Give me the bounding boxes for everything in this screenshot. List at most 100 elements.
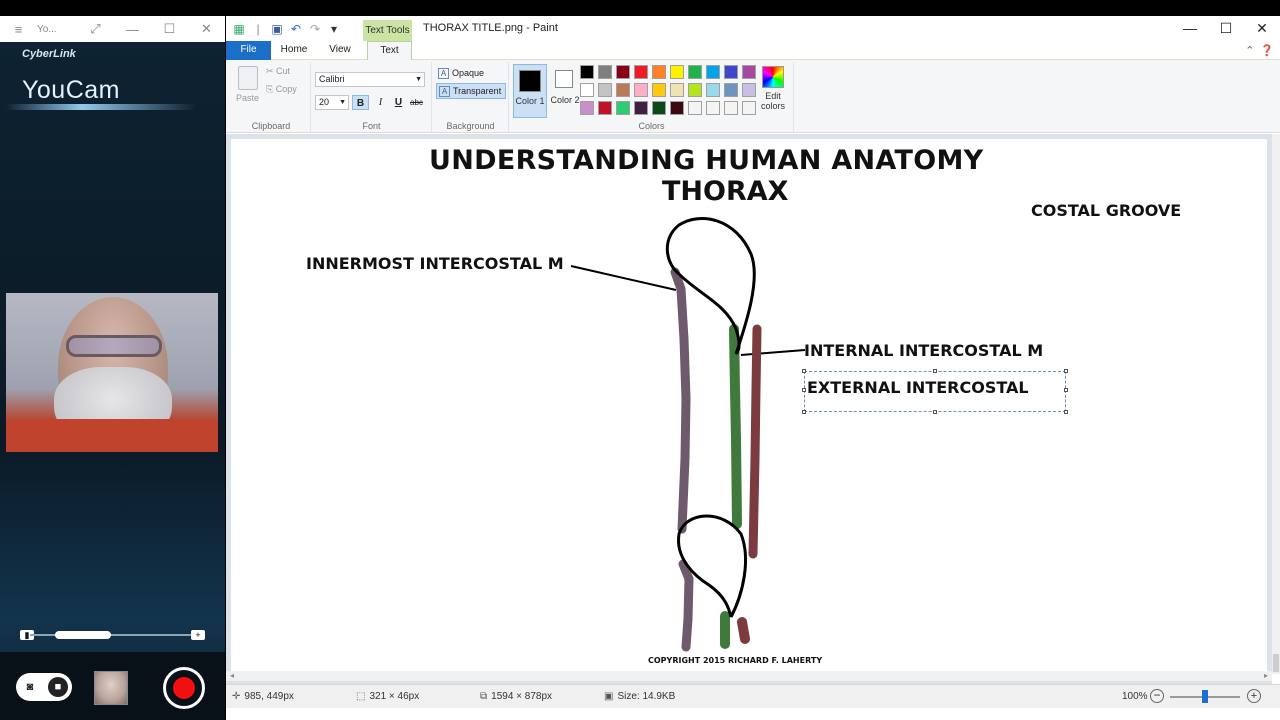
window-controls: — ☐ ✕ — [1172, 16, 1280, 41]
tab-file[interactable]: File — [226, 41, 271, 60]
palette-swatch[interactable] — [670, 101, 684, 115]
help-icon[interactable]: ❓ — [1260, 44, 1274, 57]
resize-handle[interactable] — [802, 410, 806, 414]
palette-swatch[interactable] — [616, 101, 630, 115]
zoom-out-button[interactable]: − — [1150, 689, 1164, 703]
zoom-slider-thumb[interactable] — [1202, 690, 1208, 703]
capture-thumbnail[interactable] — [94, 671, 128, 705]
hamburger-menu-icon[interactable]: ≡ — [0, 22, 37, 37]
copy-button[interactable]: ⎘ Copy — [266, 84, 297, 95]
color1-label: Color 1 — [515, 96, 545, 106]
redo-icon[interactable]: ↷ — [308, 22, 322, 36]
palette-swatch[interactable] — [706, 101, 720, 115]
drawing-canvas[interactable]: UNDERSTANDING HUMAN ANATOMY THORAX COSTA… — [231, 139, 1267, 679]
palette-swatch[interactable] — [742, 101, 756, 115]
resize-handle[interactable] — [1064, 369, 1068, 373]
resize-handle[interactable] — [1064, 410, 1068, 414]
horizontal-scrollbar[interactable]: ◂ ▸ — [226, 671, 1272, 681]
font-size-select[interactable]: 20 ▼ — [315, 95, 349, 110]
zoom-in-button[interactable]: + — [1247, 689, 1261, 703]
palette-swatch[interactable] — [724, 65, 738, 79]
slider-thumb[interactable] — [55, 631, 111, 639]
video-camera-icon[interactable]: ■ — [48, 677, 68, 697]
palette-swatch[interactable] — [652, 83, 666, 97]
underline-button[interactable]: U — [390, 95, 407, 110]
collapse-ribbon-icon[interactable]: ⌃ — [1245, 44, 1254, 57]
palette-swatch[interactable] — [688, 101, 702, 115]
paint-titlebar: ▦ | ▣ ↶ ↷ ▾ Text Tools THORAX TITLE.png … — [226, 16, 1280, 41]
paste-button[interactable]: Paste — [236, 93, 259, 103]
palette-swatch[interactable] — [670, 65, 684, 79]
palette-swatch[interactable] — [652, 65, 666, 79]
palette-swatch[interactable] — [742, 65, 756, 79]
palette-swatch[interactable] — [634, 83, 648, 97]
resize-handle[interactable] — [1064, 388, 1068, 392]
vertical-scroll-thumb[interactable] — [1273, 654, 1279, 672]
color2-button[interactable]: Color 2 — [550, 64, 580, 118]
anatomy-sketch — [570, 217, 806, 652]
image-size: ⧉ 1594 × 878px — [480, 691, 552, 702]
palette-swatch[interactable] — [598, 83, 612, 97]
cursor-position: ✛ 985, 449px — [232, 691, 294, 702]
palette-swatch[interactable] — [616, 65, 630, 79]
palette-swatch[interactable] — [580, 83, 594, 97]
ribbon: Paste ✂ Cut ⎘ Copy Clipboard Calibri ▼ 20… — [226, 60, 1280, 133]
palette-swatch[interactable] — [598, 65, 612, 79]
record-button[interactable] — [163, 667, 205, 709]
paste-icon[interactable] — [238, 66, 258, 90]
paint-app-icon[interactable]: ▦ — [232, 22, 246, 36]
presenter-shirt — [6, 419, 218, 452]
scroll-left-icon[interactable]: ◂ — [230, 671, 234, 680]
vertical-scrollbar[interactable] — [1272, 134, 1280, 674]
resize-handle[interactable] — [802, 388, 806, 392]
palette-swatch[interactable] — [706, 65, 720, 79]
palette-swatch[interactable] — [742, 83, 756, 97]
palette-swatch[interactable] — [670, 83, 684, 97]
palette-swatch[interactable] — [634, 65, 648, 79]
resize-handle[interactable] — [933, 410, 937, 414]
color1-button[interactable]: Color 1 — [513, 64, 547, 118]
file-size-value: Size: 14.9KB — [617, 691, 676, 702]
cut-button[interactable]: ✂ Cut — [266, 66, 290, 77]
resize-handle[interactable] — [933, 369, 937, 373]
palette-swatch[interactable] — [598, 101, 612, 115]
maximize-button[interactable]: ☐ — [1208, 16, 1244, 41]
palette-swatch[interactable] — [706, 83, 720, 97]
youcam-scroll-slider[interactable]: ▮ + — [20, 630, 205, 640]
strikethrough-button[interactable]: abc — [408, 95, 425, 110]
tab-text[interactable]: Text — [367, 41, 412, 61]
palette-swatch[interactable] — [688, 65, 702, 79]
color1-swatch — [519, 70, 541, 92]
palette-swatch[interactable] — [580, 65, 594, 79]
close-button[interactable]: ✕ — [188, 21, 225, 37]
tab-home[interactable]: Home — [276, 41, 312, 60]
palette-swatch[interactable] — [616, 83, 630, 97]
scroll-right-icon[interactable]: ▸ — [1264, 671, 1268, 680]
customize-qat-icon[interactable]: ▾ — [327, 22, 341, 36]
expand-icon[interactable]: ⤢ — [77, 21, 114, 37]
close-button[interactable]: ✕ — [1244, 16, 1280, 41]
palette-swatch[interactable] — [724, 101, 738, 115]
text-selection-box[interactable] — [802, 369, 1068, 414]
camera-icon[interactable]: ◙ — [20, 677, 40, 697]
edit-colors-button[interactable]: Edit colors — [758, 66, 788, 111]
palette-swatch[interactable] — [724, 83, 738, 97]
transparent-button[interactable]: A Transparent — [436, 83, 506, 99]
opaque-button[interactable]: A Opaque — [436, 66, 506, 80]
bold-button[interactable]: B — [352, 95, 369, 110]
maximize-button[interactable]: ☐ — [151, 21, 188, 37]
font-family-select[interactable]: Calibri ▼ — [315, 72, 425, 87]
palette-swatch[interactable] — [580, 101, 594, 115]
italic-button[interactable]: I — [372, 95, 389, 110]
palette-swatch[interactable] — [634, 101, 648, 115]
slider-add-icon[interactable]: + — [191, 630, 205, 640]
minimize-button[interactable]: — — [114, 22, 151, 37]
minimize-button[interactable]: — — [1172, 16, 1208, 41]
undo-icon[interactable]: ↶ — [289, 22, 303, 36]
tab-view[interactable]: View — [322, 41, 358, 60]
palette-swatch[interactable] — [688, 83, 702, 97]
save-icon[interactable]: ▣ — [270, 22, 284, 36]
resize-handle[interactable] — [802, 369, 806, 373]
palette-swatch[interactable] — [652, 101, 666, 115]
capture-mode-toggle[interactable]: ◙ ■ — [16, 673, 72, 701]
